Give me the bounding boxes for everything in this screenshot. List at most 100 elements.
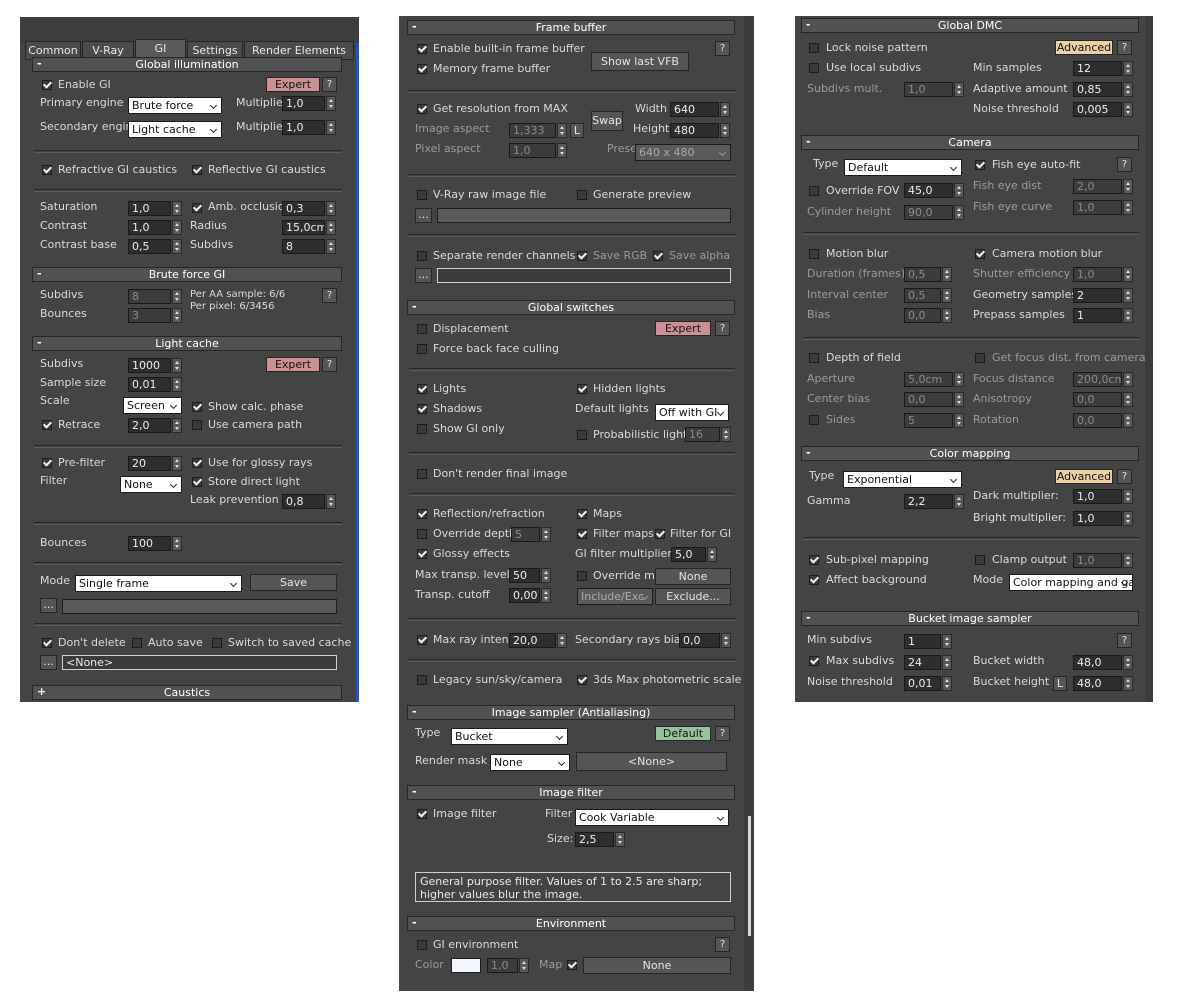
auto-save-checkbox[interactable] bbox=[132, 638, 142, 648]
spinner-arrows-icon[interactable] bbox=[172, 201, 182, 216]
lc-browse-button[interactable]: ... bbox=[40, 598, 57, 613]
gen-preview-checkbox[interactable] bbox=[577, 190, 587, 200]
gi-help-button[interactable]: ? bbox=[322, 77, 337, 92]
fish-curve-spinner[interactable]: 1,0 bbox=[1073, 200, 1133, 215]
spinner-arrows-icon[interactable] bbox=[1123, 267, 1133, 282]
cm-type-dropdown[interactable]: Exponential bbox=[843, 471, 962, 488]
spinner-arrows-icon[interactable] bbox=[954, 372, 964, 387]
fish-autofit-checkbox[interactable] bbox=[975, 160, 985, 170]
fb-help-button[interactable]: ? bbox=[715, 41, 730, 56]
photometric-checkbox[interactable] bbox=[577, 675, 587, 685]
save-rgb-checkbox[interactable] bbox=[577, 251, 587, 261]
displacement-checkbox[interactable] bbox=[417, 324, 427, 334]
lc-file-field[interactable] bbox=[62, 599, 337, 614]
cm-help-button[interactable]: ? bbox=[1117, 469, 1132, 484]
amb-occlusion-checkbox[interactable] bbox=[192, 203, 202, 213]
spinner-arrows-icon[interactable] bbox=[720, 123, 730, 138]
bucket-noise-spinner[interactable]: 0,01 bbox=[904, 676, 952, 691]
prefilter-checkbox[interactable] bbox=[42, 458, 52, 468]
spinner-arrows-icon[interactable] bbox=[326, 220, 336, 235]
spinner-arrows-icon[interactable] bbox=[541, 588, 551, 603]
spinner-arrows-icon[interactable] bbox=[942, 655, 952, 670]
prefilter-spinner[interactable]: 20 bbox=[128, 456, 182, 471]
center-bias-spinner[interactable]: 0,0 bbox=[904, 392, 964, 407]
env-map-checkbox[interactable] bbox=[567, 960, 577, 970]
retrace-checkbox[interactable] bbox=[42, 420, 52, 430]
spinner-arrows-icon[interactable] bbox=[954, 413, 964, 428]
use-local-subdivs-checkbox[interactable] bbox=[809, 63, 819, 73]
spinner-arrows-icon[interactable] bbox=[172, 358, 182, 373]
env-map-button[interactable]: None bbox=[583, 957, 731, 974]
bf-bounces-spinner[interactable]: 3 bbox=[128, 308, 182, 323]
reflective-caustics-checkbox[interactable] bbox=[192, 165, 202, 175]
spinner-arrows-icon[interactable] bbox=[720, 102, 730, 117]
spinner-arrows-icon[interactable] bbox=[557, 123, 567, 138]
section-camera[interactable]: - Camera bbox=[801, 135, 1139, 150]
lock-noise-checkbox[interactable] bbox=[809, 43, 819, 53]
clamp-spinner[interactable]: 1,0 bbox=[1073, 553, 1133, 568]
interval-spinner[interactable]: 0,5 bbox=[904, 288, 952, 303]
secondary-engine-dropdown[interactable]: Light cache bbox=[128, 121, 222, 138]
separate-channels-checkbox[interactable] bbox=[417, 251, 427, 261]
save-alpha-checkbox[interactable] bbox=[653, 251, 663, 261]
spinner-arrows-icon[interactable] bbox=[541, 527, 551, 542]
section-global-dmc[interactable]: - Global DMC bbox=[801, 18, 1139, 33]
spinner-arrows-icon[interactable] bbox=[172, 220, 182, 235]
max-subdivs-spinner[interactable]: 24 bbox=[904, 655, 952, 670]
image-filter-checkbox[interactable] bbox=[417, 809, 427, 819]
pixel-aspect-spinner[interactable]: 1,0 bbox=[509, 143, 567, 158]
dmc-noise-spinner[interactable]: 0,005 bbox=[1073, 102, 1133, 117]
spinner-arrows-icon[interactable] bbox=[326, 494, 336, 509]
spinner-arrows-icon[interactable] bbox=[1123, 200, 1133, 215]
bf-help-button[interactable]: ? bbox=[322, 288, 337, 303]
section-light-cache[interactable]: - Light cache bbox=[32, 336, 342, 351]
max-subdivs-checkbox[interactable] bbox=[809, 656, 819, 666]
secondary-multiplier-spinner[interactable]: 1,0 bbox=[282, 120, 336, 135]
default-lights-dropdown[interactable]: Off with GI bbox=[655, 404, 729, 421]
raw-browse-button[interactable]: ... bbox=[415, 208, 432, 223]
spinner-arrows-icon[interactable] bbox=[172, 536, 182, 551]
gamma-spinner[interactable]: 2,2 bbox=[904, 494, 964, 509]
override-mtl-button[interactable]: None bbox=[655, 568, 731, 585]
shutter-spinner[interactable]: 1,0 bbox=[1073, 267, 1133, 282]
show-gi-only-checkbox[interactable] bbox=[417, 424, 427, 434]
spinner-arrows-icon[interactable] bbox=[172, 418, 182, 433]
filter-size-spinner[interactable]: 2,5 bbox=[575, 832, 625, 847]
cm-mode-dropdown[interactable]: Color mapping and gamma bbox=[1009, 574, 1133, 591]
maps-checkbox[interactable] bbox=[577, 509, 587, 519]
spinner-arrows-icon[interactable] bbox=[942, 308, 952, 323]
spinner-arrows-icon[interactable] bbox=[172, 377, 182, 392]
dof-checkbox[interactable] bbox=[809, 353, 819, 363]
bias-spinner[interactable]: 0,0 bbox=[904, 308, 952, 323]
subpixel-checkbox[interactable] bbox=[809, 555, 819, 565]
image-aspect-spinner[interactable]: 1,333 bbox=[509, 123, 567, 138]
raw-file-field[interactable] bbox=[437, 208, 731, 223]
env-help-button[interactable]: ? bbox=[715, 937, 730, 952]
spinner-arrows-icon[interactable] bbox=[1123, 288, 1133, 303]
spinner-arrows-icon[interactable] bbox=[1123, 61, 1133, 76]
filter-gi-checkbox[interactable] bbox=[655, 529, 665, 539]
spinner-arrows-icon[interactable] bbox=[172, 456, 182, 471]
fish-dist-spinner[interactable]: 2,0 bbox=[1073, 179, 1133, 194]
lc-help-button[interactable]: ? bbox=[322, 357, 337, 372]
spinner-arrows-icon[interactable] bbox=[615, 832, 625, 847]
cm-advanced-button[interactable]: Advanced bbox=[1055, 469, 1113, 484]
spinner-arrows-icon[interactable] bbox=[1123, 308, 1133, 323]
force-back-checkbox[interactable] bbox=[417, 344, 427, 354]
spinner-arrows-icon[interactable] bbox=[954, 183, 964, 198]
subdivs-mult-spinner[interactable]: 1,0 bbox=[904, 82, 964, 97]
bucket-min-spinner[interactable]: 1 bbox=[904, 634, 952, 649]
exclude-button[interactable]: Exclude... bbox=[655, 588, 731, 605]
dont-render-checkbox[interactable] bbox=[417, 469, 427, 479]
motion-blur-checkbox[interactable] bbox=[809, 249, 819, 259]
section-brute-force-gi[interactable]: - Brute force GI bbox=[32, 267, 342, 282]
env-multiplier-spinner[interactable]: 1,0 bbox=[487, 958, 529, 973]
section-environment[interactable]: - Environment bbox=[407, 916, 735, 931]
camera-mb-checkbox[interactable] bbox=[975, 249, 985, 259]
override-fov-checkbox[interactable] bbox=[809, 186, 819, 196]
sample-size-spinner[interactable]: 0,01 bbox=[128, 377, 182, 392]
saturation-spinner[interactable]: 1,0 bbox=[128, 201, 182, 216]
anisotropy-spinner[interactable]: 0,0 bbox=[1073, 392, 1133, 407]
lc-mode-dropdown[interactable]: Single frame bbox=[75, 575, 242, 592]
hidden-lights-checkbox[interactable] bbox=[577, 384, 587, 394]
